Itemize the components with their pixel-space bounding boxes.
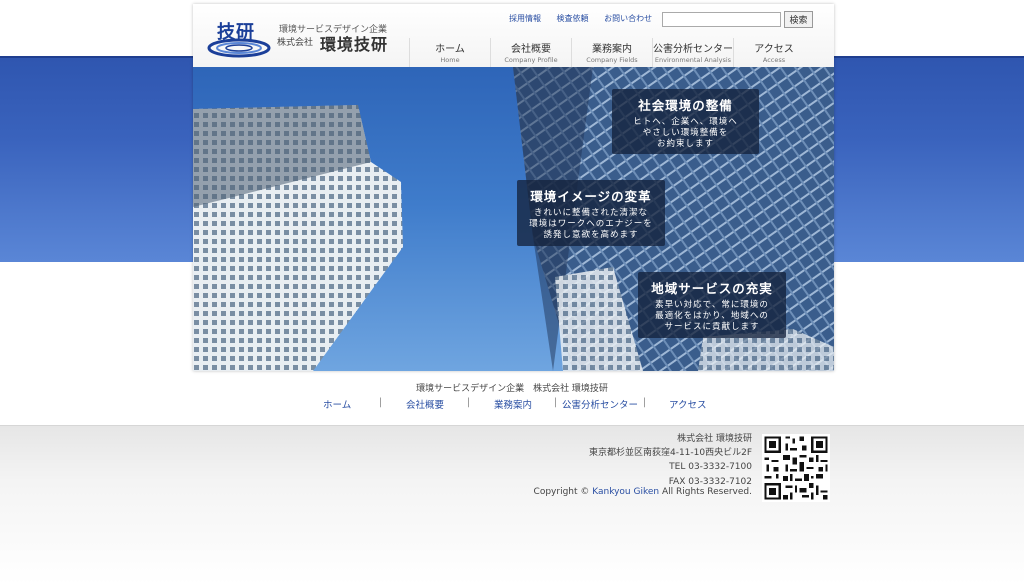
- footer-company-line: 環境サービスデザイン企業 株式会社 環境技研: [416, 384, 608, 394]
- search-button[interactable]: 検索: [784, 11, 813, 28]
- page-frame: 技研 環境サービスデザイン企業 株式会社 環境技研 採用情報 検査依頼 お問い合…: [193, 4, 834, 371]
- caption-title: 環境イメージの変革: [530, 189, 652, 204]
- hero-caption-social-environment: 社会環境の整備 ヒトへ、企業へ、環境へ やさしい環境整備を お約束します: [612, 89, 759, 154]
- nav-environmental-analysis[interactable]: 公害分析センター Environmental Analysis: [652, 38, 733, 67]
- caption-line: お約束します: [656, 139, 714, 149]
- nav-sublabel: Company Profile: [504, 56, 558, 64]
- contact-link[interactable]: お問い合わせ: [604, 14, 652, 23]
- footer-link-environmental-analysis[interactable]: 公害分析センター: [562, 397, 638, 411]
- copyright-suffix: All Rights Reserved.: [659, 487, 752, 497]
- nav-sublabel: Environmental Analysis: [654, 56, 732, 64]
- company-prefix: 株式会社: [277, 38, 314, 48]
- nav-company-fields[interactable]: 業務案内 Company Fields: [571, 38, 652, 67]
- footer-link-company-profile[interactable]: 会社概要: [406, 397, 444, 411]
- nav-label: 公害分析センター: [653, 44, 733, 55]
- logo-text: 技研: [217, 22, 255, 43]
- caption-line: 誘発し意欲を高めます: [543, 230, 639, 240]
- nav-label: 業務案内: [592, 44, 632, 55]
- recruit-link[interactable]: 採用情報: [509, 14, 541, 23]
- nav-label: ホーム: [435, 44, 465, 55]
- caption-line: ヒトへ、企業へ、環境へ: [633, 117, 738, 127]
- footer-tel: TEL 03-3332-7100: [669, 462, 752, 473]
- footer-separator: |: [554, 397, 558, 408]
- copyright: Copyright © Kankyou Giken All Rights Res…: [534, 487, 752, 497]
- company-name: 環境技研: [320, 35, 389, 54]
- footer-company-name: 株式会社 環境技研: [677, 434, 752, 444]
- footer-background: [0, 425, 1024, 585]
- footer-link-company-fields[interactable]: 業務案内: [494, 397, 532, 411]
- footer-separator: |: [643, 397, 647, 408]
- main-nav: ホーム Home 会社概要 Company Profile 業務案内 Compa…: [409, 38, 814, 67]
- logo[interactable]: 技研: [207, 14, 271, 60]
- top-links: 採用情報 検査依頼 お問い合わせ: [509, 13, 665, 24]
- caption-line: 環境はワークへのエナジーを: [529, 219, 653, 229]
- hero-image: 社会環境の整備 ヒトへ、企業へ、環境へ やさしい環境整備を お約束します 環境イ…: [193, 67, 834, 371]
- nav-sublabel: Home: [440, 56, 460, 64]
- nav-sublabel: Access: [762, 56, 786, 64]
- nav-label: 会社概要: [511, 44, 551, 55]
- copyright-prefix: Copyright ©: [533, 487, 593, 497]
- nav-company-profile[interactable]: 会社概要 Company Profile: [490, 38, 571, 67]
- footer-link-home[interactable]: ホーム: [323, 397, 351, 411]
- nav-sublabel: Company Fields: [586, 56, 638, 64]
- nav-label: アクセス: [754, 44, 794, 55]
- search-input[interactable]: [662, 12, 781, 27]
- qr-code-icon: [762, 434, 830, 502]
- caption-line: やさしい環境整備を: [642, 128, 729, 138]
- nav-home[interactable]: ホーム Home: [409, 38, 490, 67]
- caption-text: きれいに整備された清潔な 環境はワークへのエナジーを 誘発し意欲を高めます: [517, 208, 665, 241]
- hero-caption-environment-image: 環境イメージの変革 きれいに整備された清潔な 環境はワークへのエナジーを 誘発し…: [517, 180, 665, 246]
- nav-access[interactable]: アクセス Access: [733, 38, 814, 67]
- caption-line: 最適化をはかり、地域への: [655, 311, 769, 321]
- caption-line: きれいに整備された清潔な: [533, 208, 648, 218]
- caption-line: 素早い対応で、常に環境の: [655, 300, 769, 310]
- header: 技研 環境サービスデザイン企業 株式会社 環境技研 採用情報 検査依頼 お問い合…: [193, 4, 834, 67]
- footer-street: 東京都杉並区南荻窪4-11-10西央ビル2F: [588, 448, 752, 459]
- caption-line: サービスに貢献します: [664, 322, 760, 332]
- caption-title: 地域サービスの充実: [651, 281, 773, 296]
- footer-address: 株式会社 環境技研 東京都杉並区南荻窪4-11-10西央ビル2F TEL 03-…: [589, 432, 752, 489]
- hero-caption-regional-service: 地域サービスの充実 素早い対応で、常に環境の 最適化をはかり、地域への サービス…: [638, 272, 786, 338]
- copyright-brand: Kankyou Giken: [592, 487, 660, 497]
- inspection-request-link[interactable]: 検査依頼: [557, 14, 589, 23]
- footer-link-access[interactable]: アクセス: [669, 397, 707, 411]
- caption-title: 社会環境の整備: [638, 98, 733, 113]
- footer-separator: |: [467, 397, 471, 408]
- caption-text: ヒトへ、企業へ、環境へ やさしい環境整備を お約束します: [612, 117, 759, 150]
- caption-text: 素早い対応で、常に環境の 最適化をはかり、地域への サービスに貢献します: [638, 300, 786, 333]
- footer-separator: |: [379, 397, 383, 408]
